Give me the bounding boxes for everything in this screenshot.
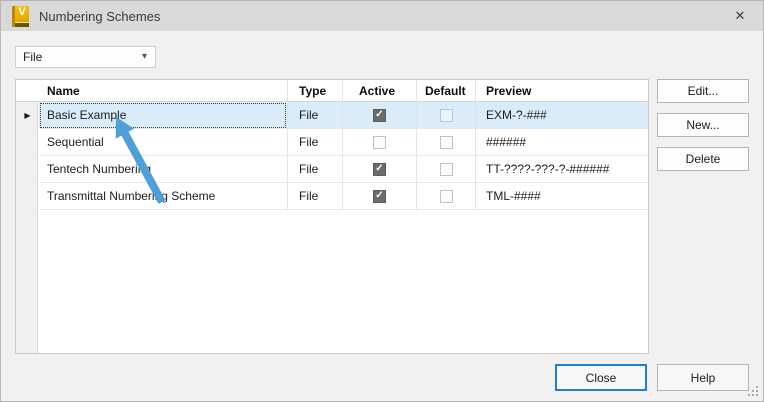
column-header-type[interactable]: Type — [287, 80, 342, 101]
dialog-title: Numbering Schemes — [39, 8, 161, 24]
scheme-active-cell: ✓ — [342, 129, 416, 156]
scheme-name-cell[interactable]: Transmittal Numbering Scheme — [39, 183, 287, 210]
default-checkbox[interactable]: ✓ — [439, 162, 453, 176]
active-checkbox[interactable]: ✓ — [373, 189, 386, 203]
column-header-preview[interactable]: Preview — [475, 80, 648, 101]
scheme-type-cell: File — [287, 129, 342, 156]
scheme-active-cell: ✓ — [342, 102, 416, 129]
chevron-down-icon: ▾ — [141, 51, 147, 62]
scheme-preview-cell: TT-????-???-?-###### — [475, 156, 648, 183]
scheme-type-cell: File — [287, 102, 342, 129]
vault-icon-letter: V — [18, 5, 26, 18]
scheme-active-cell: ✓ — [342, 183, 416, 210]
scheme-name-cell[interactable]: Basic Example — [39, 102, 287, 129]
titlebar[interactable]: V Numbering Schemes ✕ — [1, 1, 763, 31]
active-checkbox[interactable]: ✓ — [373, 108, 386, 122]
table-header-row: Name Type Active Default Preview — [16, 80, 648, 102]
default-checkbox[interactable]: ✓ — [439, 189, 453, 203]
row-selector-cell: ▶ — [16, 183, 39, 210]
scheme-preview-cell: EXM-?-### — [475, 102, 648, 129]
default-checkbox[interactable]: ✓ — [439, 135, 453, 149]
row-selector-cell: ▶ — [16, 129, 39, 156]
help-button[interactable]: Help — [657, 364, 749, 391]
delete-button[interactable]: Delete — [657, 147, 749, 171]
table-row[interactable]: ▶ Tentech Numbering File ✓ ✓ TT-????-???… — [16, 156, 648, 183]
check-icon: ✓ — [375, 109, 384, 120]
scheme-preview-cell: ###### — [475, 129, 648, 156]
close-icon[interactable]: ✕ — [725, 1, 755, 31]
scheme-name-cell[interactable]: Sequential — [39, 129, 287, 156]
default-checkbox[interactable]: ✓ — [439, 108, 453, 122]
scheme-default-cell: ✓ — [416, 102, 475, 129]
new-button[interactable]: New... — [657, 113, 749, 137]
entity-filter-dropdown[interactable]: File ▾ — [15, 46, 156, 68]
scheme-active-cell: ✓ — [342, 156, 416, 183]
check-icon: ✓ — [375, 163, 384, 174]
scheme-type-cell: File — [287, 183, 342, 210]
scheme-default-cell: ✓ — [416, 129, 475, 156]
table-row[interactable]: ▶ Basic Example File ✓ ✓ EXM-?-### — [16, 102, 648, 129]
scheme-type-cell: File — [287, 156, 342, 183]
table-row[interactable]: ▶ Transmittal Numbering Scheme File ✓ ✓ … — [16, 183, 648, 210]
scheme-preview-cell: TML-#### — [475, 183, 648, 210]
resize-grip[interactable] — [748, 386, 759, 397]
column-header-active[interactable]: Active — [342, 80, 416, 101]
row-selector-cell: ▶ — [16, 102, 39, 129]
header-selector-cell — [16, 80, 39, 101]
row-selector-cell: ▶ — [16, 156, 39, 183]
vault-icon-band — [15, 21, 29, 27]
scheme-default-cell: ✓ — [416, 156, 475, 183]
scheme-default-cell: ✓ — [416, 183, 475, 210]
column-header-name[interactable]: Name — [39, 80, 287, 101]
edit-button[interactable]: Edit... — [657, 79, 749, 103]
column-header-default[interactable]: Default — [416, 80, 475, 101]
schemes-table: Name Type Active Default Preview ▶ Basic… — [15, 79, 649, 354]
scheme-name-cell[interactable]: Tentech Numbering — [39, 156, 287, 183]
active-checkbox[interactable]: ✓ — [373, 135, 386, 149]
table-row[interactable]: ▶ Sequential File ✓ ✓ ###### — [16, 129, 648, 156]
entity-filter-value: File — [23, 50, 43, 64]
active-checkbox[interactable]: ✓ — [373, 162, 386, 176]
numbering-schemes-dialog: V Numbering Schemes ✕ File ▾ Name Type A… — [0, 0, 764, 402]
close-button[interactable]: Close — [555, 364, 647, 391]
vault-app-icon: V — [12, 5, 29, 27]
current-row-arrow-icon: ▶ — [24, 110, 31, 120]
check-icon: ✓ — [375, 190, 384, 201]
